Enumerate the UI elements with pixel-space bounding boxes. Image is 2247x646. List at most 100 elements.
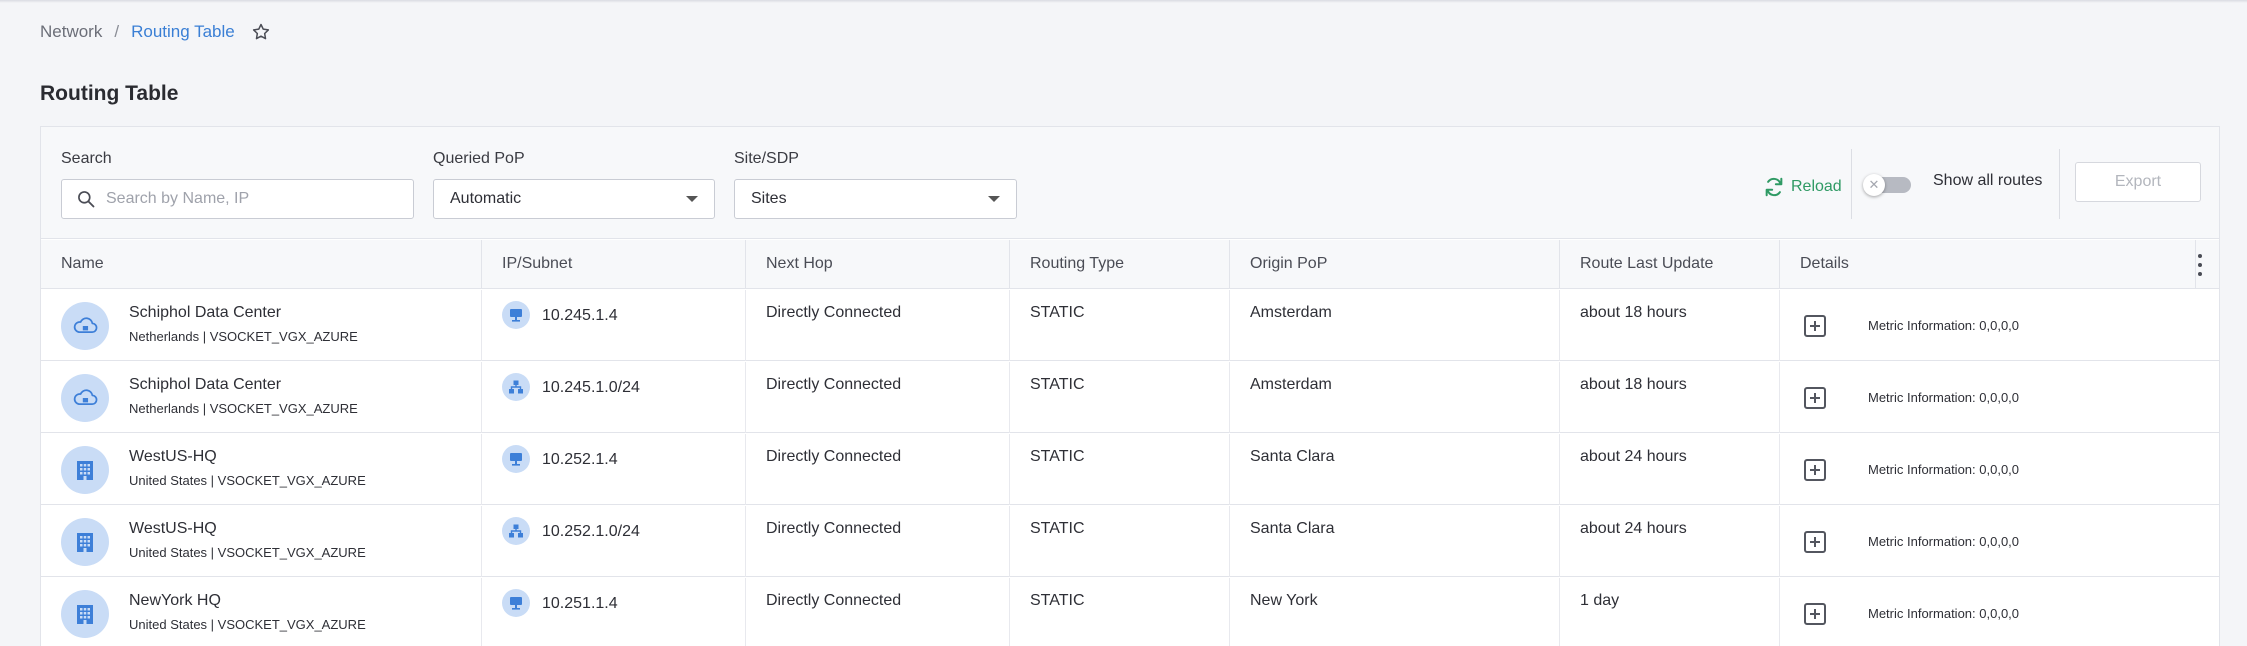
show-all-routes-label: Show all routes (1933, 172, 2043, 189)
column-header-route-last-update[interactable]: Route Last Update (1560, 240, 1780, 288)
metric-information: Metric Information: 0,0,0,0 (1868, 606, 2020, 621)
ip-subnet-value: 10.245.1.4 (542, 307, 618, 324)
show-all-routes-toggle[interactable]: ✕ (1863, 174, 1911, 196)
expand-plus-icon[interactable] (1804, 315, 1826, 337)
routing-type-cell: STATIC (1010, 362, 1230, 433)
name-cell: WestUS-HQ United States | VSOCKET_VGX_AZ… (41, 506, 482, 577)
site-sdp-value: Sites (751, 190, 787, 207)
breadcrumb: Network / Routing Table (40, 22, 271, 42)
breadcrumb-separator: / (114, 22, 120, 41)
reload-button[interactable]: Reload (1763, 171, 1842, 203)
metric-information: Metric Information: 0,0,0,0 (1868, 462, 2020, 477)
site-sdp-label: Site/SDP (734, 150, 799, 167)
chevron-down-icon (686, 196, 698, 202)
page-title: Routing Table (40, 82, 179, 105)
site-name[interactable]: NewYork HQ (129, 592, 221, 610)
origin-pop-cell: Amsterdam (1230, 362, 1560, 433)
host-icon (502, 445, 530, 473)
queried-pop-label: Queried PoP (433, 150, 525, 167)
table-header: Name IP/Subnet Next Hop Routing Type Ori… (41, 240, 2219, 289)
details-cell: Metric Information: 0,0,0,0 (1780, 362, 2219, 433)
last-update-value: about 18 hours (1580, 376, 1687, 393)
table-row[interactable]: Schiphol Data Center Netherlands | VSOCK… (41, 290, 2219, 361)
queried-pop-select[interactable]: Automatic (433, 179, 715, 219)
site-location: United States | VSOCKET_VGX_AZURE (129, 617, 366, 632)
reload-label: Reload (1791, 178, 1842, 195)
expand-plus-icon[interactable] (1804, 603, 1826, 625)
next-hop-cell: Directly Connected (746, 506, 1010, 577)
next-hop-cell: Directly Connected (746, 434, 1010, 505)
subnet-icon (502, 517, 530, 545)
next-hop-value: Directly Connected (766, 304, 902, 321)
subnet-icon (502, 373, 530, 401)
search-field[interactable] (61, 179, 414, 219)
next-hop-cell: Directly Connected (746, 290, 1010, 361)
ip-cell: 10.251.1.4 (482, 578, 746, 646)
expand-plus-icon[interactable] (1804, 387, 1826, 409)
origin-pop-cell: Amsterdam (1230, 290, 1560, 361)
details-cell: Metric Information: 0,0,0,0 (1780, 290, 2219, 361)
ip-cell: 10.252.1.0/24 (482, 506, 746, 577)
routing-type-cell: STATIC (1010, 506, 1230, 577)
favorite-star-icon[interactable] (251, 22, 271, 42)
next-hop-cell: Directly Connected (746, 578, 1010, 646)
routing-type-value: STATIC (1030, 592, 1085, 609)
site-name[interactable]: Schiphol Data Center (129, 376, 281, 394)
ip-cell: 10.245.1.0/24 (482, 362, 746, 433)
search-icon (76, 189, 96, 209)
details-cell: Metric Information: 0,0,0,0 (1780, 434, 2219, 505)
site-location: Netherlands | VSOCKET_VGX_AZURE (129, 329, 358, 344)
column-options-icon[interactable] (2195, 254, 2205, 276)
filter-bar: Search Queried PoP Automatic Site/SDP Si… (41, 127, 2219, 239)
details-cell: Metric Information: 0,0,0,0 (1780, 578, 2219, 646)
search-input[interactable] (106, 190, 406, 208)
divider (1851, 149, 1852, 219)
site-name[interactable]: Schiphol Data Center (129, 304, 281, 322)
origin-pop-value: Amsterdam (1250, 304, 1332, 321)
column-header-name[interactable]: Name (41, 240, 482, 288)
breadcrumb-network-link[interactable]: Network (40, 22, 102, 42)
column-header-details[interactable]: Details (1780, 240, 2196, 288)
site-location: Netherlands | VSOCKET_VGX_AZURE (129, 401, 358, 416)
export-button[interactable]: Export (2075, 162, 2201, 202)
routing-type-cell: STATIC (1010, 434, 1230, 505)
last-update-value: about 24 hours (1580, 448, 1687, 465)
table-row[interactable]: WestUS-HQ United States | VSOCKET_VGX_AZ… (41, 434, 2219, 505)
origin-pop-value: Santa Clara (1250, 520, 1335, 537)
column-header-routing-type[interactable]: Routing Type (1010, 240, 1230, 288)
last-update-cell: about 24 hours (1560, 434, 1780, 505)
routing-type-value: STATIC (1030, 448, 1085, 465)
building-icon (61, 446, 109, 494)
next-hop-value: Directly Connected (766, 448, 902, 465)
ip-subnet-value: 10.251.1.4 (542, 595, 618, 612)
chevron-down-icon (988, 196, 1000, 202)
site-sdp-select[interactable]: Sites (734, 179, 1017, 219)
last-update-value: about 24 hours (1580, 520, 1687, 537)
metric-information: Metric Information: 0,0,0,0 (1868, 534, 2020, 549)
column-header-origin-pop[interactable]: Origin PoP (1230, 240, 1560, 288)
table-row[interactable]: WestUS-HQ United States | VSOCKET_VGX_AZ… (41, 506, 2219, 577)
name-cell: NewYork HQ United States | VSOCKET_VGX_A… (41, 578, 482, 646)
table-row[interactable]: Schiphol Data Center Netherlands | VSOCK… (41, 362, 2219, 433)
next-hop-value: Directly Connected (766, 520, 902, 537)
name-cell: Schiphol Data Center Netherlands | VSOCK… (41, 290, 482, 361)
search-label: Search (61, 150, 112, 167)
close-icon: ✕ (1863, 174, 1885, 196)
expand-plus-icon[interactable] (1804, 531, 1826, 553)
breadcrumb-current[interactable]: Routing Table (131, 22, 235, 42)
divider (2059, 149, 2060, 219)
site-name[interactable]: WestUS-HQ (129, 520, 217, 538)
last-update-cell: about 24 hours (1560, 506, 1780, 577)
last-update-cell: about 18 hours (1560, 290, 1780, 361)
origin-pop-cell: Santa Clara (1230, 506, 1560, 577)
column-header-ip-subnet[interactable]: IP/Subnet (482, 240, 746, 288)
expand-plus-icon[interactable] (1804, 459, 1826, 481)
site-name[interactable]: WestUS-HQ (129, 448, 217, 466)
ip-subnet-value: 10.245.1.0/24 (542, 379, 640, 396)
table-row[interactable]: NewYork HQ United States | VSOCKET_VGX_A… (41, 578, 2219, 646)
host-icon (502, 301, 530, 329)
column-header-next-hop[interactable]: Next Hop (746, 240, 1010, 288)
last-update-cell: 1 day (1560, 578, 1780, 646)
last-update-value: about 18 hours (1580, 304, 1687, 321)
refresh-icon (1765, 177, 1783, 197)
